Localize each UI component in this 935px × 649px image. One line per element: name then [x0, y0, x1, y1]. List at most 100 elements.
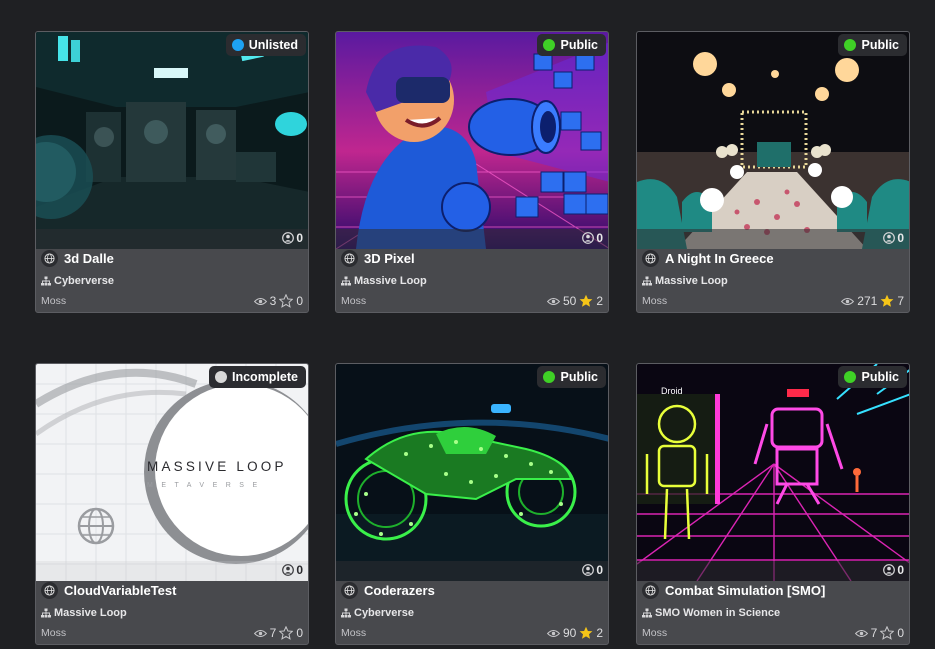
status-badge: Unlisted — [225, 34, 306, 56]
player-count-value: 0 — [897, 563, 904, 577]
world-title-label: CloudVariableTest — [64, 583, 177, 598]
eye-icon — [546, 297, 560, 305]
world-title-label: Combat Simulation [SMO] — [665, 583, 826, 598]
world-thumbnail[interactable] — [336, 364, 608, 581]
thumbnail-logo-text: MASSIVE LOOP — [147, 459, 287, 474]
world-title[interactable]: 3D Pixel — [341, 250, 415, 267]
status-label: Public — [861, 370, 899, 384]
status-dot-icon — [844, 371, 857, 383]
world-thumbnail[interactable] — [336, 32, 608, 249]
status-label: Public — [861, 38, 899, 52]
eye-icon — [253, 629, 267, 637]
status-badge: Public — [838, 34, 907, 56]
globe-icon — [341, 250, 358, 267]
author-name[interactable]: Moss — [642, 295, 667, 307]
star-filled-icon[interactable] — [579, 294, 593, 308]
player-count: 0 — [282, 231, 303, 245]
player-count-value: 0 — [596, 563, 603, 577]
player-count: 0 — [282, 563, 303, 577]
world-title[interactable]: Combat Simulation [SMO] — [642, 582, 825, 599]
eye-icon — [854, 629, 868, 637]
world-card[interactable]: Public 0 A Night In Greece Massive Loop … — [636, 31, 910, 313]
status-dot-icon — [231, 39, 244, 51]
author-name[interactable]: Moss — [41, 295, 66, 307]
favorite-count: 0 — [897, 626, 904, 640]
star-outline-icon[interactable] — [880, 626, 895, 640]
world-stats: 90 2 — [546, 626, 603, 640]
thumbnail-logo-subtext: METAVERSE — [147, 482, 266, 489]
world-stats: 50 2 — [546, 294, 603, 308]
star-outline-icon[interactable] — [279, 294, 294, 308]
org-chart-icon — [41, 276, 51, 286]
thumbnail-footer — [36, 229, 308, 249]
favorite-count: 0 — [296, 294, 303, 308]
thumbnail-footer — [36, 561, 308, 581]
organization[interactable]: Cyberverse — [341, 607, 414, 619]
world-stats: 3 0 — [253, 294, 303, 308]
organization[interactable]: SMO Women in Science — [642, 607, 780, 619]
organization-label: SMO Women in Science — [655, 607, 781, 619]
user-icon — [582, 564, 595, 576]
player-count: 0 — [883, 563, 904, 577]
author-name[interactable]: Moss — [642, 627, 667, 639]
org-chart-icon — [41, 608, 51, 618]
world-thumbnail[interactable]: Droid — [637, 364, 909, 581]
status-dot-icon — [215, 371, 227, 383]
author-name[interactable]: Moss — [341, 295, 366, 307]
star-filled-icon[interactable] — [880, 294, 894, 308]
world-card[interactable]: Droid Public 0 Combat Simulation [SMO] S… — [636, 363, 910, 645]
organization[interactable]: Massive Loop — [642, 275, 728, 287]
org-chart-icon — [341, 276, 351, 286]
status-label: Incomplete — [232, 370, 298, 384]
player-count-value: 0 — [596, 231, 603, 245]
world-thumbnail[interactable] — [637, 32, 909, 249]
eye-icon — [253, 297, 267, 305]
status-dot-icon — [543, 371, 556, 383]
status-label: Public — [560, 38, 598, 52]
world-card[interactable]: Public 0 Coderazers Cyberverse Moss 90 2 — [335, 363, 609, 645]
world-title-label: Coderazers — [364, 583, 435, 598]
favorite-count: 2 — [596, 294, 603, 308]
user-icon — [883, 232, 896, 244]
organization-label: Massive Loop — [54, 607, 127, 619]
world-title[interactable]: A Night In Greece — [642, 250, 774, 267]
globe-icon — [642, 250, 659, 267]
author-name[interactable]: Moss — [41, 627, 66, 639]
star-filled-icon[interactable] — [579, 626, 593, 640]
world-thumbnail[interactable] — [36, 32, 308, 249]
world-title[interactable]: CloudVariableTest — [41, 582, 176, 599]
status-badge: Public — [838, 366, 907, 388]
world-title[interactable]: Coderazers — [341, 582, 435, 599]
world-title[interactable]: 3d Dalle — [41, 250, 114, 267]
organization[interactable]: Cyberverse — [41, 275, 114, 287]
world-stats: 7 0 — [253, 626, 303, 640]
thumbnail-footer — [336, 561, 608, 581]
player-count-value: 0 — [897, 231, 904, 245]
organization[interactable]: Massive Loop — [341, 275, 427, 287]
star-outline-icon[interactable] — [279, 626, 294, 640]
thumbnail-footer — [336, 229, 608, 249]
view-count: 50 — [562, 294, 577, 308]
status-dot-icon — [844, 39, 857, 51]
author-name[interactable]: Moss — [341, 627, 366, 639]
thumbnail-footer — [637, 561, 909, 581]
world-card[interactable]: Unlisted 0 3d Dalle Cyberverse Moss 3 0 — [35, 31, 309, 313]
organization[interactable]: Massive Loop — [41, 607, 127, 619]
globe-icon — [41, 250, 58, 267]
player-count-value: 0 — [296, 231, 303, 245]
globe-icon — [341, 582, 358, 599]
world-card[interactable]: Public 0 3D Pixel Massive Loop Moss 50 2 — [335, 31, 609, 313]
world-card[interactable]: MASSIVE LOOP METAVERSE Incomplete 0 Clou… — [35, 363, 309, 645]
world-stats: 271 7 — [841, 294, 904, 308]
org-chart-icon — [642, 276, 652, 286]
globe-icon — [41, 582, 58, 599]
eye-icon — [546, 629, 560, 637]
thumbnail-sign-text: Droid — [661, 386, 683, 396]
view-count: 7 — [269, 626, 277, 640]
organization-label: Cyberverse — [354, 607, 414, 619]
view-count: 90 — [562, 626, 577, 640]
world-thumbnail[interactable]: MASSIVE LOOP METAVERSE — [36, 364, 308, 581]
world-title-label: 3D Pixel — [364, 251, 415, 266]
player-count-value: 0 — [296, 563, 303, 577]
status-label: Unlisted — [248, 38, 298, 52]
